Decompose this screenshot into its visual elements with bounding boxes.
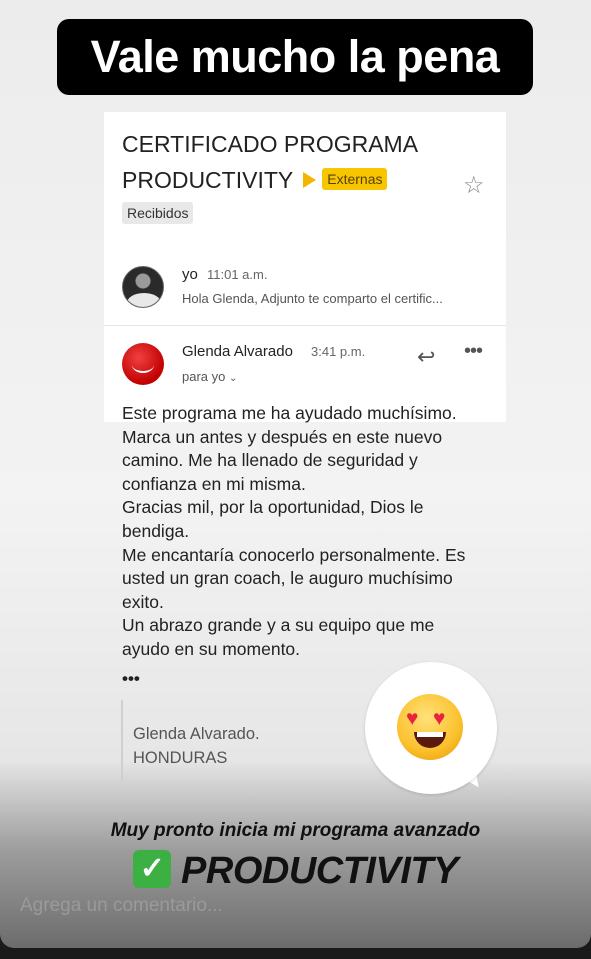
recipient-label: para yo — [182, 369, 226, 384]
star-icon[interactable]: ☆ — [463, 171, 485, 200]
avatar — [122, 343, 164, 385]
body-line: Gracias mil, por la oportunidad, Dios le — [122, 497, 424, 518]
signature-name: Glenda Alvarado. — [133, 725, 260, 743]
body-line: usted un gran coach, le auguro muchísimo — [122, 568, 453, 589]
promo-program-name: PRODUCTIVITY — [181, 850, 458, 892]
label-arrow-icon — [303, 171, 317, 188]
subject-line-1: CERTIFICADO PROGRAMA — [122, 131, 419, 157]
signature-country: HONDURAS — [133, 748, 228, 767]
label-tag[interactable]: Externas — [322, 167, 388, 190]
check-mark-icon: ✓ — [133, 849, 172, 888]
body-line: exito. — [122, 591, 164, 612]
promo-title: ✓ PRODUCTIVITY — [0, 849, 591, 893]
body-line: Marca un antes y después en este nuevo — [122, 426, 443, 447]
recipient-details[interactable]: para yo ⌄ — [182, 369, 237, 384]
more-options-icon[interactable]: ••• — [464, 340, 483, 363]
sender-name: yo — [182, 266, 198, 283]
promo-text: Muy pronto inicia mi programa avanzado — [110, 820, 481, 841]
body-line: confianza en mi misma. — [122, 473, 306, 494]
body-line: camino. Me ha llenado de seguridad y — [122, 450, 418, 471]
inbox-chip[interactable]: Recibidos — [122, 202, 194, 224]
message-snippet[interactable]: Hola Glenda, Adjunto te comparto el cert… — [182, 291, 443, 306]
sender-name: Glenda Alvarado — [182, 343, 293, 360]
heart-eyes-emoji-icon: ♥ ♥ — [397, 694, 463, 760]
body-line: Me encantaría conocerlo personalmente. E… — [122, 544, 466, 565]
email-body: Este programa me ha ayudado muchísimo. M… — [122, 402, 492, 662]
message-divider — [104, 325, 506, 326]
reply-icon[interactable]: ↩ — [417, 344, 435, 370]
avatar — [122, 266, 164, 308]
story-headline: Vale mucho la pena — [57, 19, 533, 95]
body-line: Este programa me ha ayudado muchísimo. — [122, 403, 457, 423]
message-time: 3:41 p.m. — [311, 344, 366, 359]
subject-line-2: PRODUCTIVITY — [122, 167, 294, 193]
comment-input[interactable]: Agrega un comentario... — [20, 895, 223, 917]
show-trimmed-content-button[interactable]: ••• — [122, 669, 140, 689]
story-frame: Vale mucho la pena CERTIFICADO PROGRAMA … — [0, 0, 591, 948]
body-line: bendiga. — [122, 520, 190, 541]
email-signature: Glenda Alvarado. HONDURAS — [133, 723, 260, 770]
email-subject: CERTIFICADO PROGRAMA PRODUCTIVITY Externa… — [122, 126, 452, 198]
chevron-down-icon: ⌄ — [229, 373, 238, 384]
body-line: ayudo en su momento. — [122, 638, 301, 659]
message-time: 11:01 a.m. — [207, 267, 268, 282]
signature-quote-bar — [121, 700, 123, 782]
body-line: Un abrazo grande y a su equipo que me — [122, 615, 435, 636]
